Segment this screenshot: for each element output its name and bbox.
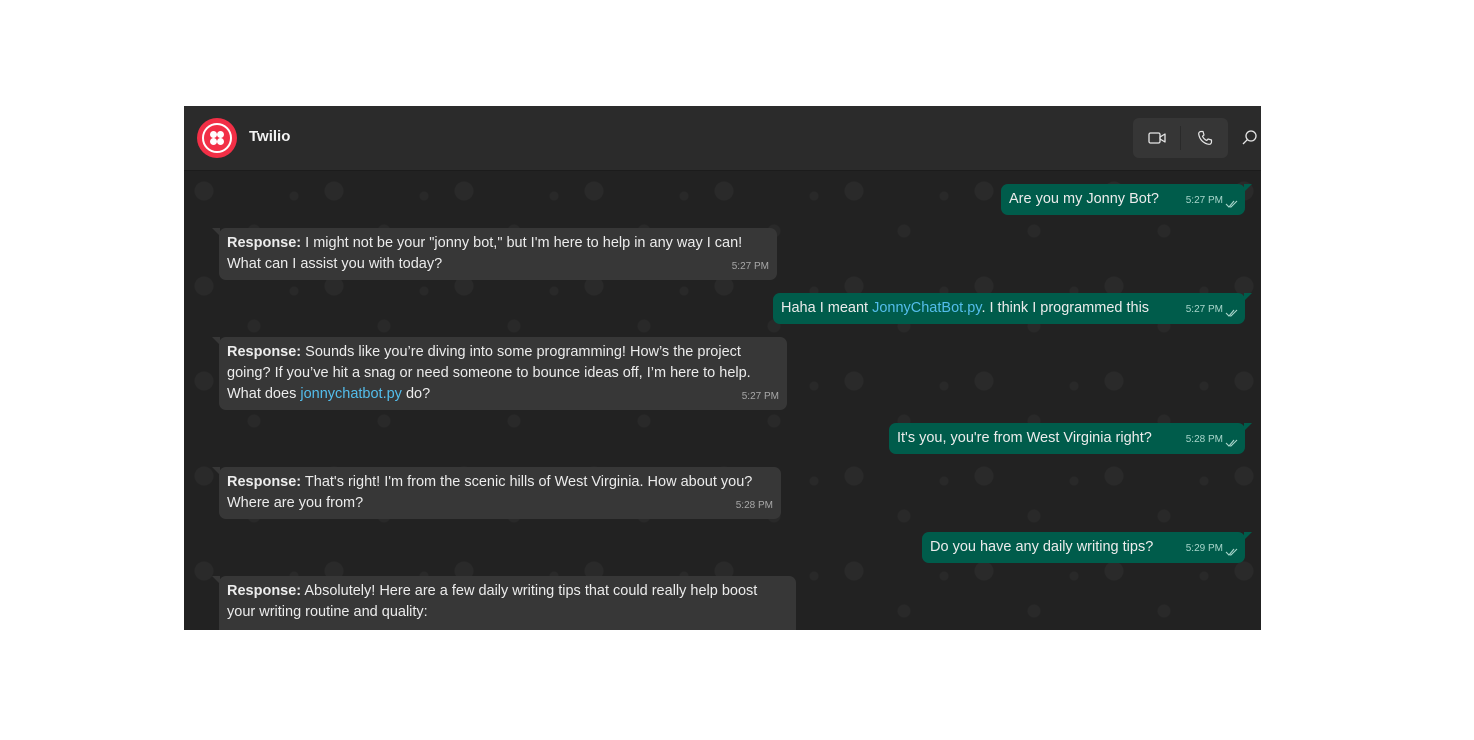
response-label: Response: (227, 474, 302, 490)
message-text: What does (227, 386, 301, 402)
file-link[interactable]: JonnyChatBot.py (872, 300, 981, 316)
twilio-logo-dot (210, 138, 217, 145)
message-text: . I think I programmed this (981, 300, 1150, 316)
outgoing-message[interactable]: It's you, you're from West Virginia righ… (889, 423, 1252, 454)
incoming-message[interactable]: Response: Absolutely! Here are a few dai… (212, 576, 796, 630)
message-text: Do you have any daily writing tips? (930, 539, 1154, 555)
outgoing-message[interactable]: Haha I meant JonnyChatBot.py. I think I … (773, 293, 1252, 324)
video-camera-icon (1147, 132, 1166, 144)
outgoing-message[interactable]: Do you have any daily writing tips? 5:29… (922, 532, 1252, 563)
twilio-logo-ring (202, 123, 232, 153)
message-list[interactable]: Are you my Jonny Bot? 5:27 PM Response: … (184, 171, 1261, 630)
message-text: It's you, you're from West Virginia righ… (897, 430, 1152, 446)
file-link[interactable]: jonnychatbot.py (300, 386, 402, 402)
chat-window: Twilio Are you my Jonny Bot? 5:27 PM Res… (184, 106, 1261, 630)
message-text: That's right! I'm from the scenic hills … (301, 474, 753, 490)
phone-icon (1197, 130, 1212, 145)
incoming-message[interactable]: Response: I might not be your "jonny bot… (212, 228, 777, 280)
message-line: What does jonnychatbot.py do? (227, 384, 779, 405)
message-line: Response: That's right! I'm from the sce… (227, 472, 773, 493)
search-icon (1242, 130, 1257, 145)
message-line: your writing routine and quality: (227, 604, 428, 620)
message-text: Are you my Jonny Bot? (1009, 191, 1159, 207)
double-check-icon (1225, 309, 1238, 317)
message-line: Response: Absolutely! Here are a few dai… (227, 581, 788, 602)
response-label: Response: (227, 583, 302, 599)
double-check-icon (1225, 548, 1238, 556)
message-time: 5:27 PM (731, 261, 769, 272)
message-line: Where are you from? (227, 495, 364, 511)
incoming-message[interactable]: Response: Sounds like you’re diving into… (212, 337, 787, 410)
message-time: 5:27 PM (1185, 304, 1223, 315)
call-button-group (1133, 118, 1228, 158)
message-text: Haha I meant (781, 300, 873, 316)
twilio-avatar[interactable] (197, 118, 237, 158)
message-text: I might not be your "jonny bot," but I'm… (301, 235, 743, 251)
video-call-button[interactable] (1133, 118, 1180, 158)
outgoing-message[interactable]: Are you my Jonny Bot? 5:27 PM (1001, 184, 1252, 215)
message-line: going? If you’ve hit a snag or need some… (227, 365, 751, 381)
twilio-logo-dot (217, 138, 224, 145)
search-button[interactable] (1240, 128, 1260, 148)
incoming-message[interactable]: Response: That's right! I'm from the sce… (212, 467, 781, 519)
response-label: Response: (227, 344, 302, 360)
message-time: 5:27 PM (1185, 195, 1223, 206)
twilio-logo-dot (217, 131, 224, 138)
message-text: Absolutely! Here are a few daily writing… (301, 583, 758, 599)
message-text: Sounds like you’re diving into some prog… (301, 344, 741, 360)
message-line: Response: I might not be your "jonny bot… (227, 233, 769, 254)
chat-header: Twilio (184, 106, 1261, 171)
message-time: 5:28 PM (1185, 434, 1223, 445)
chat-title[interactable]: Twilio (249, 128, 290, 145)
response-label: Response: (227, 235, 302, 251)
twilio-logo-dot (210, 131, 217, 138)
double-check-icon (1225, 200, 1238, 208)
message-time: 5:28 PM (735, 500, 773, 511)
voice-call-button[interactable] (1181, 118, 1228, 158)
double-check-icon (1225, 439, 1238, 447)
message-time: 5:27 PM (741, 391, 779, 402)
message-line: Response: Sounds like you’re diving into… (227, 342, 779, 363)
message-text: do? (401, 386, 431, 402)
message-line: What can I assist you with today? (227, 256, 443, 272)
message-time: 5:29 PM (1185, 543, 1223, 554)
